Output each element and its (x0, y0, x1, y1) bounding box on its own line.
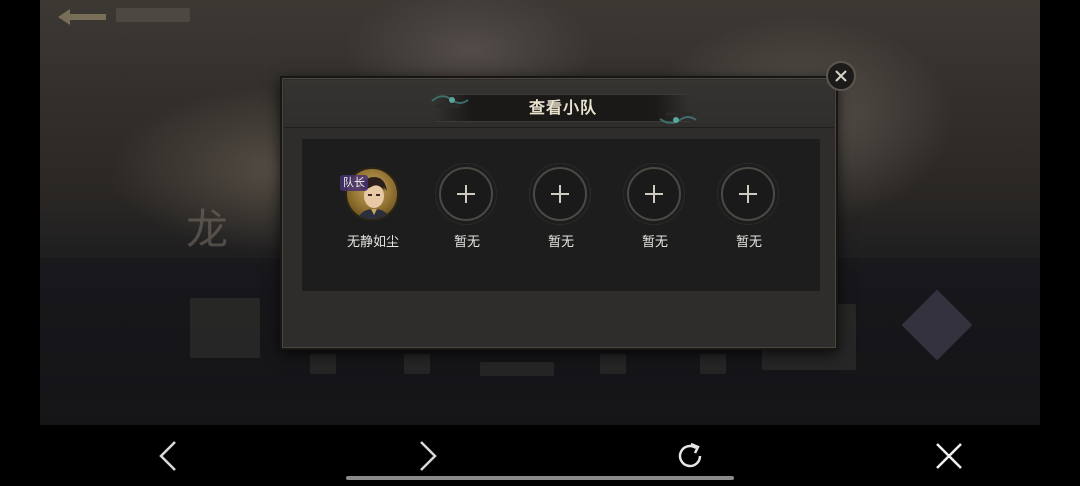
team-slot-5[interactable]: 暂无 (702, 163, 796, 263)
slot-empty-label: 暂无 (735, 235, 762, 250)
modal-close-button[interactable] (826, 61, 856, 91)
plus-icon (457, 185, 475, 203)
nav-back-button[interactable] (148, 436, 188, 476)
home-indicator[interactable] (346, 476, 734, 480)
member-name: 无静如尘 (346, 235, 399, 250)
team-slot-3[interactable]: 暂无 (514, 163, 608, 263)
team-slot-1[interactable]: 队长 无静如尘 (326, 163, 420, 263)
modal-title: 查看小队 (528, 98, 597, 117)
refresh-icon (678, 442, 702, 468)
slot-empty-label: 暂无 (547, 235, 574, 250)
slot-empty-label: 暂无 (453, 235, 480, 250)
back-chevron-icon (159, 441, 176, 471)
plus-icon (551, 185, 569, 203)
modal-header: 查看小队 (284, 80, 834, 128)
forward-chevron-icon (420, 441, 437, 471)
team-slots-panel: 队长 无静如尘 暂无 暂无 暂无 暂无 (302, 139, 820, 291)
background-title-glyph: 龙 (186, 205, 229, 254)
add-member-button[interactable] (717, 163, 779, 225)
nav-refresh-button[interactable] (670, 436, 710, 476)
close-icon (835, 70, 847, 82)
team-slot-2[interactable]: 暂无 (420, 163, 514, 263)
close-icon (936, 443, 962, 469)
back-arrow-icon (58, 9, 106, 25)
slot-empty-label: 暂无 (641, 235, 668, 250)
back-label-placeholder (116, 8, 190, 22)
add-member-button[interactable] (529, 163, 591, 225)
nav-forward-button[interactable] (408, 436, 448, 476)
team-slot-4[interactable]: 暂无 (608, 163, 702, 263)
plus-icon (739, 185, 757, 203)
add-member-button[interactable] (435, 163, 497, 225)
add-member-button[interactable] (623, 163, 685, 225)
leader-badge: 队长 (340, 175, 368, 191)
bottom-nav-bar (0, 426, 1080, 486)
plus-icon (645, 185, 663, 203)
nav-close-button[interactable] (929, 436, 969, 476)
team-modal: 查看小队 队长 无静如尘 暂无 暂无 暂无 暂无 (280, 76, 838, 350)
